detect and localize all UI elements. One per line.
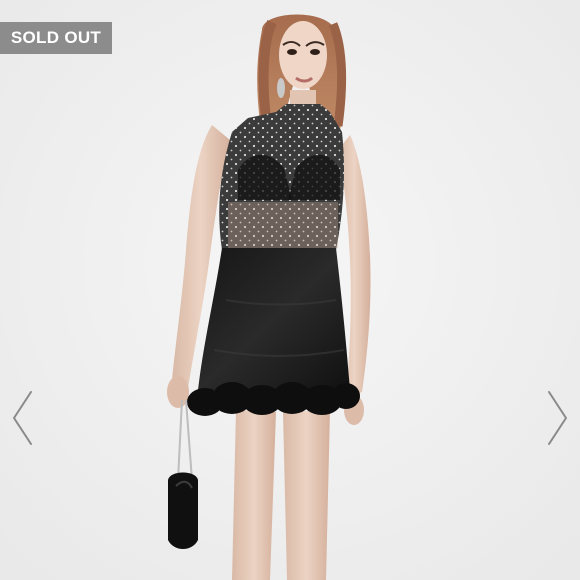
next-image-button[interactable] — [544, 388, 572, 448]
chevron-right-icon — [548, 391, 567, 445]
product-photo[interactable] — [0, 0, 580, 580]
sold-out-badge: SOLD OUT — [0, 22, 112, 54]
previous-image-button[interactable] — [8, 388, 36, 448]
chevron-left-icon — [13, 391, 32, 445]
product-image-viewer: SOLD OUT — [0, 0, 580, 580]
